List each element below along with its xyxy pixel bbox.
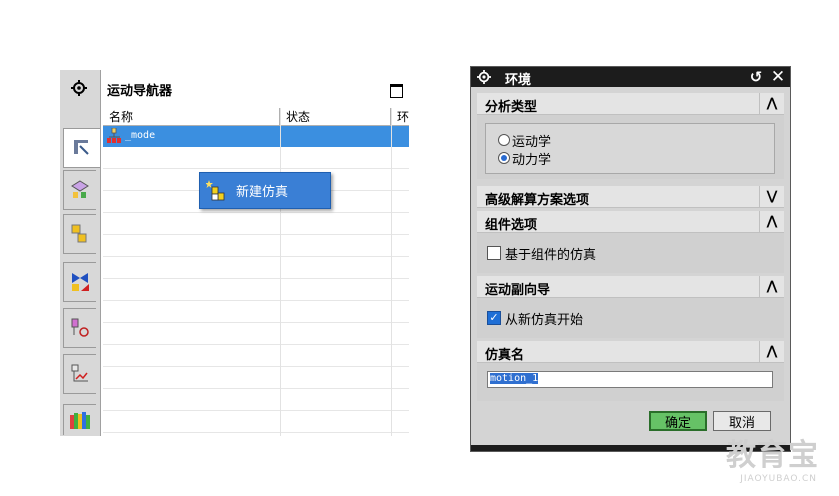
motion-navigator-tab[interactable] (63, 128, 100, 168)
navigator-title: 运动导航器 (107, 84, 173, 99)
context-menu-new-simulation[interactable]: 新建仿真 (199, 172, 331, 209)
table-row (103, 279, 409, 301)
start-new-sim-label[interactable]: 从新仿真开始 (505, 309, 583, 328)
chevron-up-icon[interactable]: ⋀ (759, 276, 784, 297)
table-row (103, 257, 409, 279)
constraint-icon (72, 273, 89, 291)
cancel-button[interactable]: 取消 (713, 411, 771, 431)
graph-navigator-tab[interactable] (63, 354, 96, 394)
radio-kinematics-label[interactable]: 运动学 (512, 131, 551, 150)
table-row (103, 147, 409, 169)
chevron-down-icon[interactable]: ⋁ (759, 186, 784, 207)
start-new-sim-checkbox[interactable]: ✓ (487, 311, 501, 325)
close-icon[interactable]: ✕ (769, 67, 787, 87)
radio-kinematics[interactable] (498, 134, 510, 146)
reset-icon[interactable]: ↺ (747, 68, 765, 86)
section-title: 分析类型 (485, 100, 538, 115)
column-header-name[interactable]: 名称 (103, 108, 280, 126)
gear-icon[interactable] (64, 74, 94, 102)
section-body: 基于组件的仿真 (477, 233, 784, 273)
dialog-title: 环境 (505, 73, 532, 88)
section-body: ✓ 从新仿真开始 (477, 298, 784, 338)
new-simulation-icon (206, 179, 225, 200)
table-row (103, 323, 409, 345)
simulation-name-value: motion_1 (490, 373, 539, 384)
section-simulation-name[interactable]: 仿真名 ⋀ (477, 341, 784, 363)
history-navigator-tab[interactable] (63, 308, 96, 348)
column-divider (391, 108, 392, 436)
column-divider (280, 108, 281, 436)
radio-dynamics-label[interactable]: 动力学 (512, 149, 551, 168)
environment-dialog: 环境 ↺ ✕ 分析类型 ⋀ 运动学 动力学 高级解算方案选项 ⋁ 组件选项 ⋀ … (470, 66, 791, 452)
gear-icon[interactable] (475, 68, 493, 86)
navigator-tree-table: 名称 状态 环 _mode 新建仿真 (103, 108, 409, 436)
watermark-url: JIAOYUBAO.CN (740, 474, 817, 484)
watermark-logo: 教育宝 (726, 438, 819, 473)
table-row (103, 301, 409, 323)
section-title: 运动副向导 (485, 283, 551, 298)
context-menu-item-label: 新建仿真 (236, 185, 289, 200)
section-title: 仿真名 (485, 348, 525, 363)
section-advanced-options[interactable]: 高级解算方案选项 ⋁ (477, 186, 784, 208)
component-based-sim-label[interactable]: 基于组件的仿真 (505, 244, 596, 263)
part-navigator-tab[interactable] (63, 214, 96, 254)
chevron-up-icon[interactable]: ⋀ (759, 211, 784, 232)
navigator-content: 运动导航器 名称 状态 环 _mode 新建仿真 (100, 70, 413, 436)
simulation-name-input[interactable]: motion_1 (487, 371, 773, 388)
table-row (103, 345, 409, 367)
maximize-icon[interactable] (390, 84, 403, 98)
radio-dynamics[interactable] (498, 152, 510, 164)
table-row (103, 367, 409, 389)
section-component-options[interactable]: 组件选项 ⋀ (477, 211, 784, 233)
assembly-navigator-tab[interactable] (63, 170, 96, 210)
part-icon (71, 224, 87, 243)
library-navigator-tab[interactable] (63, 404, 96, 435)
chevron-up-icon[interactable]: ⋀ (759, 341, 784, 362)
chevron-up-icon[interactable]: ⋀ (759, 93, 784, 114)
column-header-status[interactable]: 状态 (280, 108, 391, 126)
section-body: motion_1 (477, 363, 784, 401)
analysis-type-group: 运动学 动力学 (485, 123, 775, 174)
library-icon (70, 412, 90, 429)
motion-model-icon (107, 128, 121, 143)
table-row (103, 389, 409, 411)
column-header-environment[interactable]: 环 (391, 108, 409, 126)
ok-button[interactable]: 确定 (649, 411, 707, 431)
section-body: 运动学 动力学 (477, 115, 784, 179)
section-joint-wizard[interactable]: 运动副向导 ⋀ (477, 276, 784, 298)
table-row (103, 411, 409, 433)
motion-model-node[interactable]: _mode (125, 130, 155, 141)
history-icon (71, 318, 89, 337)
motion-navigator-icon (74, 140, 89, 155)
resource-bar (60, 70, 100, 436)
table-row (103, 235, 409, 257)
section-analysis-type[interactable]: 分析类型 ⋀ (477, 93, 784, 115)
section-title: 高级解算方案选项 (485, 193, 590, 208)
assembly-icon (71, 180, 89, 198)
dialog-titlebar: 环境 ↺ ✕ (471, 67, 790, 88)
motion-navigator-panel: 运动导航器 名称 状态 环 _mode 新建仿真 (60, 70, 413, 436)
component-based-sim-checkbox[interactable] (487, 246, 501, 260)
section-title: 组件选项 (485, 218, 538, 233)
table-row (103, 213, 409, 235)
constraint-navigator-tab[interactable] (63, 262, 96, 302)
graph-icon (71, 364, 88, 382)
